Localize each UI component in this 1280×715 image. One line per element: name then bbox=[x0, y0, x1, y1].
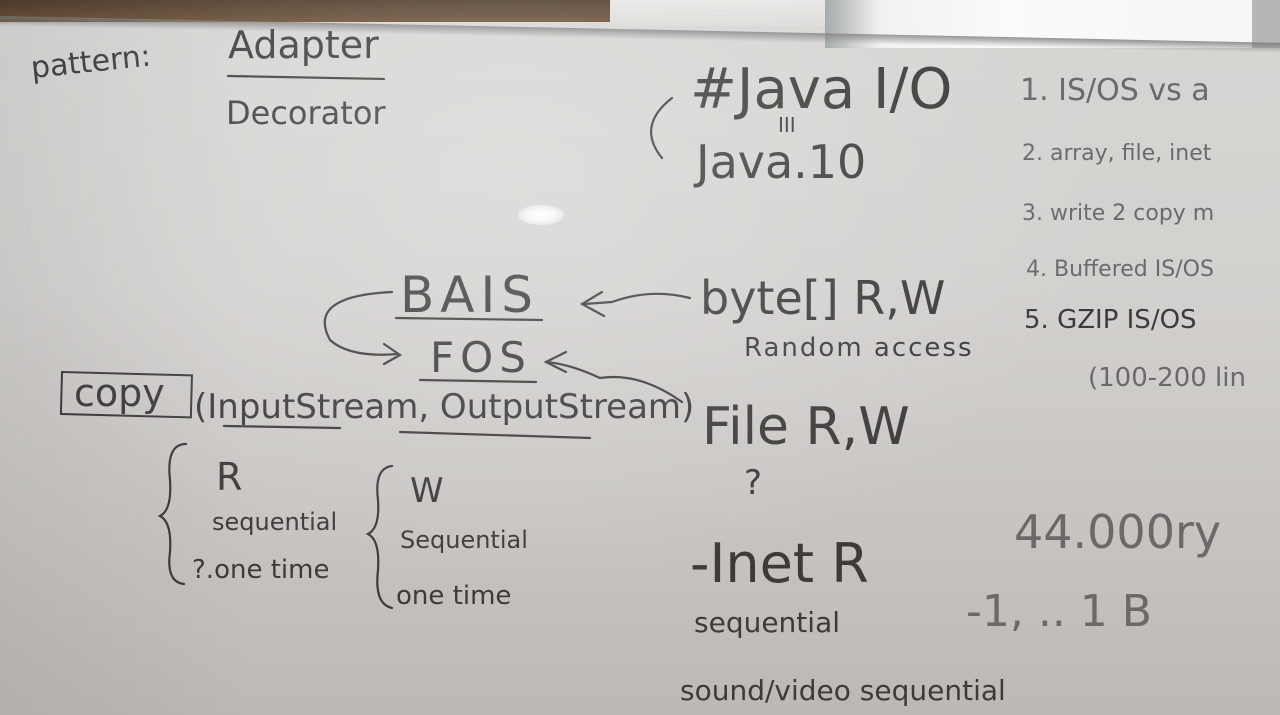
count-value: 44.000ry bbox=[1014, 505, 1221, 559]
agenda-item-2: 2. array, file, inet bbox=[1022, 141, 1212, 166]
bais-label: BAIS bbox=[400, 266, 539, 324]
write-brace bbox=[365, 464, 394, 610]
file-label: File R,W bbox=[702, 397, 910, 457]
agenda-item-5: 5. GZIP IS/OS bbox=[1024, 305, 1197, 335]
topic-version: Java.10 bbox=[693, 135, 866, 189]
inet-label: -Inet R bbox=[690, 532, 869, 595]
random-access-label: Random access bbox=[744, 333, 974, 363]
outputstream-underline bbox=[398, 430, 592, 440]
pattern-adapter: Adapter bbox=[228, 23, 379, 67]
whiteboard-photo: pattern: Adapter Decorator #Java I/O III… bbox=[0, 0, 1280, 715]
write-label: W bbox=[410, 471, 444, 511]
fos-label: FOS bbox=[430, 333, 532, 382]
lines-note: (100-200 lin bbox=[1088, 363, 1246, 393]
inet-sequential: sequential bbox=[694, 606, 840, 639]
sound-video-label: sound/video sequential bbox=[680, 674, 1006, 707]
topic-title: #Java I/O bbox=[690, 57, 952, 122]
file-question: ? bbox=[744, 463, 762, 503]
pattern-label: pattern: bbox=[29, 39, 152, 86]
read-brace bbox=[157, 442, 188, 586]
agenda-item-1: 1. IS/OS vs a bbox=[1020, 73, 1210, 108]
copy-word: copy bbox=[74, 371, 165, 415]
bytes-label: byte[] R,W bbox=[700, 271, 945, 325]
read-label: R bbox=[216, 455, 242, 499]
pattern-decorator: Decorator bbox=[226, 94, 386, 132]
whiteboard-writing: pattern: Adapter Decorator #Java I/O III… bbox=[29, 23, 1246, 707]
read-one-time: ?.one time bbox=[192, 555, 329, 585]
bytes-arrow bbox=[582, 292, 692, 306]
heading-brace bbox=[650, 96, 674, 160]
write-sequential: Sequential bbox=[400, 526, 528, 554]
topic-equivalence-marks: III bbox=[778, 113, 796, 137]
agenda-item-3: 3. write 2 copy m bbox=[1022, 201, 1214, 226]
adapter-underline bbox=[226, 74, 386, 81]
read-sequential: sequential bbox=[212, 508, 337, 536]
copy-params: (InputStream, OutputStream) bbox=[194, 387, 694, 427]
write-one-time: one time bbox=[396, 581, 511, 611]
agenda-item-4: 4. Buffered IS/OS bbox=[1026, 257, 1214, 282]
range-value: -1, .. 1 B bbox=[966, 586, 1152, 637]
